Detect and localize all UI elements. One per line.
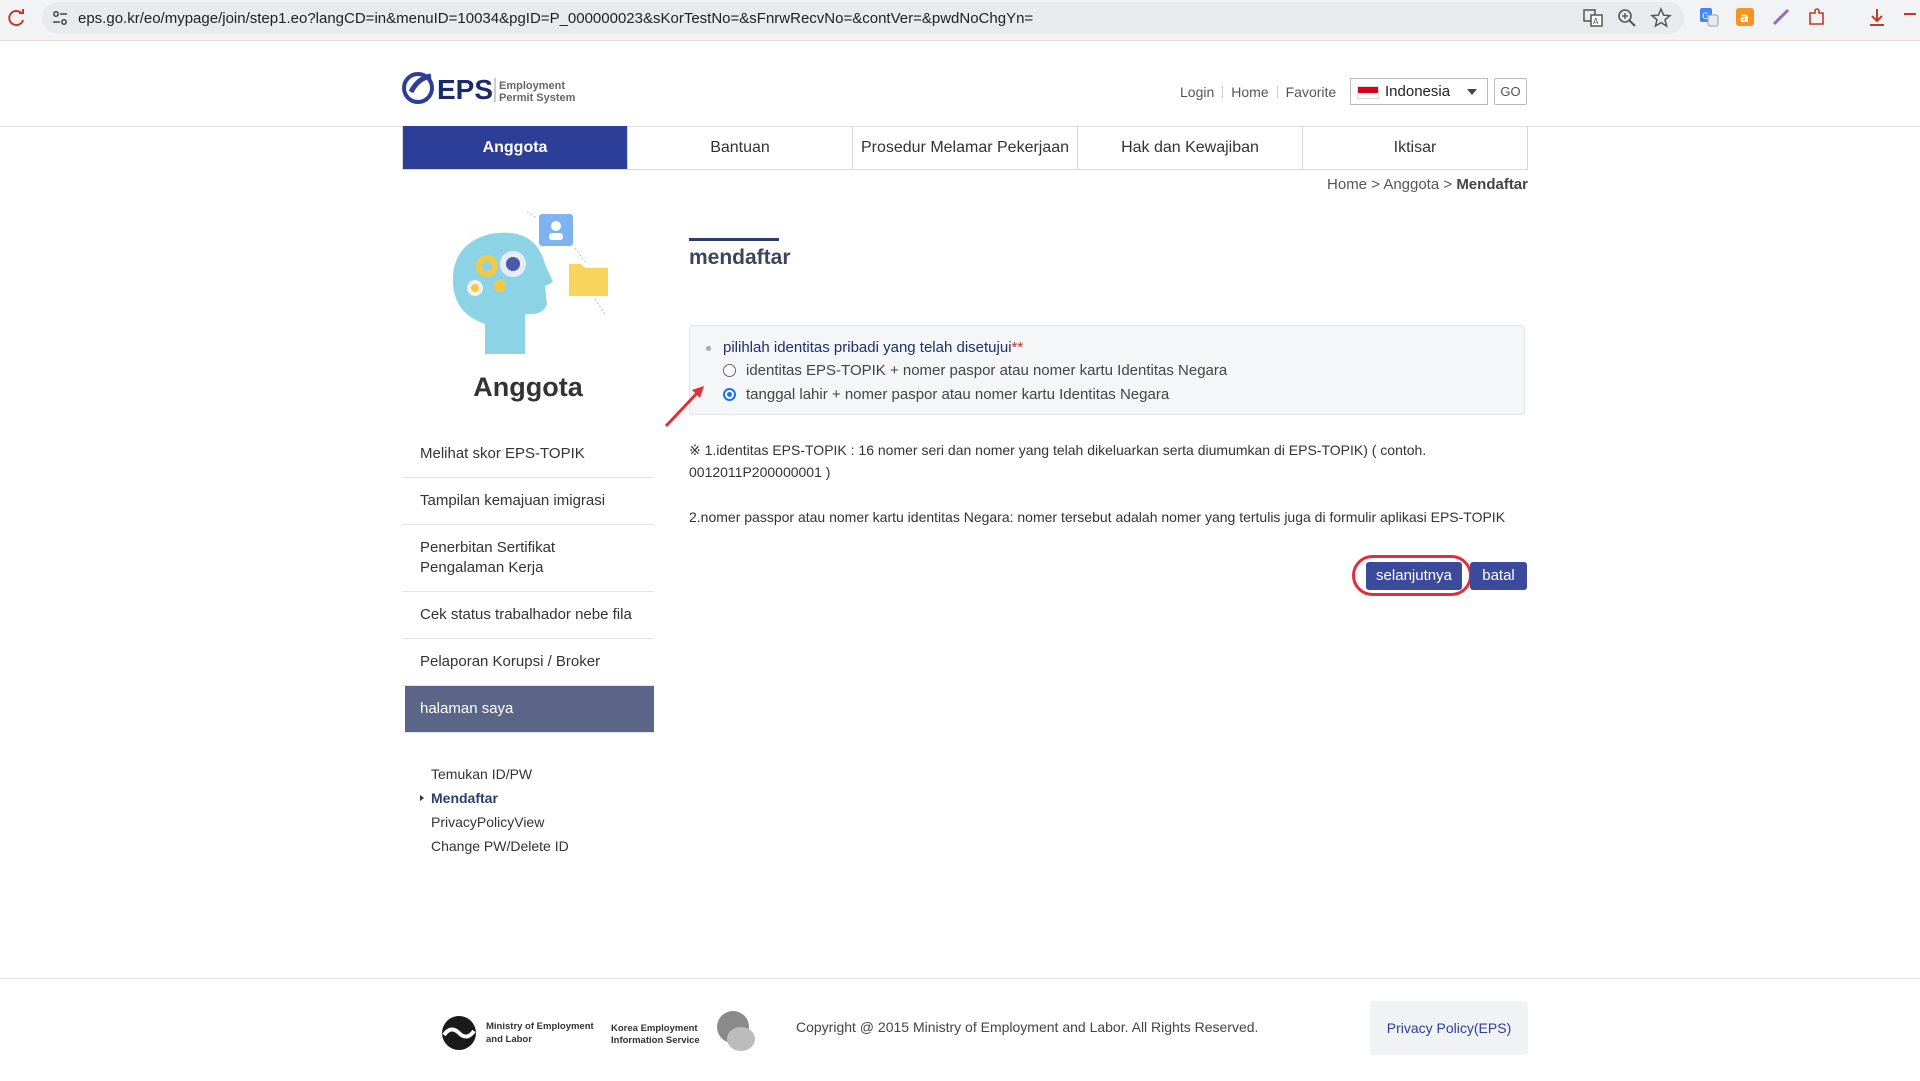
svg-text:a: a [1740,11,1749,26]
question-text: pilihlah identitas pribadi yang telah di… [723,339,1012,356]
sidebar-menu: Melihat skor EPS-TOPIK Tampilan kemajuan… [402,431,654,733]
svg-text:Korea Employment: Korea Employment [611,1023,698,1034]
member-illustration [452,211,608,354]
google-translate-extension-icon[interactable]: G [1698,6,1720,28]
favorite-link[interactable]: Favorite [1286,84,1337,100]
svg-text:A: A [1593,17,1599,26]
divider [1276,86,1278,98]
copyright-text: Copyright @ 2015 Ministry of Employment … [796,1019,1259,1035]
keis-logo: Korea Employment Information Service [611,1011,755,1051]
sidebar-submenu: Temukan ID/PW Mendaftar PrivacyPolicyVie… [420,762,569,858]
option-label: identitas EPS-TOPIK + nomer paspor atau … [746,362,1228,379]
utility-links: Login Home Favorite [1180,84,1336,100]
bookmark-star-icon[interactable] [1650,7,1672,29]
annotation-arrow-icon [664,386,704,428]
next-button[interactable]: selanjutnya [1366,562,1462,590]
go-button[interactable]: GO [1494,78,1527,105]
pen-extension-icon[interactable] [1770,6,1792,28]
note-eps-topik: ※ 1.identitas EPS-TOPIK : 16 nomer seri … [689,442,1427,480]
page-title: mendaftar [689,246,791,269]
sidebar-item-corruption-report[interactable]: Pelaporan Korupsi / Broker [402,639,654,686]
zoom-icon[interactable] [1616,7,1638,29]
download-icon[interactable] [1866,6,1888,28]
translate-icon[interactable]: A [1582,7,1604,29]
indonesia-flag-icon [1357,86,1379,99]
sidebar-item-my-page[interactable]: halaman saya [402,686,654,733]
breadcrumb-home[interactable]: Home [1327,176,1367,193]
language-label: Indonesia [1385,83,1451,100]
radio-birthdate[interactable] [723,388,736,401]
submenu-change-pw[interactable]: Change PW/Delete ID [431,834,569,858]
title-underline [689,238,779,241]
breadcrumb-separator: > [1371,176,1380,193]
ministry-logo: Ministry of Employment and Labor [442,1016,595,1050]
extensions-puzzle-icon[interactable] [1806,6,1828,28]
amazon-extension-icon[interactable]: a [1734,6,1756,28]
svg-text:EPS: EPS [437,74,493,105]
sidebar-item-worker-status[interactable]: Cek status trabalhador nebe fila [402,592,654,639]
svg-text:Information Service: Information Service [611,1035,700,1046]
svg-text:and Labor: and Labor [486,1034,532,1045]
reload-icon[interactable] [6,7,28,29]
privacy-policy-button[interactable]: Privacy Policy(EPS) [1370,1001,1528,1055]
note-passport: 2.nomer passpor atau nomer kartu identit… [689,509,1506,525]
footer: Ministry of Employment and Labor Korea E… [0,978,1920,1081]
chevron-down-icon [1467,89,1477,95]
option-birthdate[interactable]: tanggal lahir + nomer paspor atau nomer … [723,386,1169,403]
nav-prosedur[interactable]: Prosedur Melamar Pekerjaan [852,126,1077,169]
sidebar-item-work-certificate[interactable]: Penerbitan Sertifikat Pengalaman Kerja [402,525,654,592]
breadcrumb-separator: > [1443,176,1453,193]
divider [1222,86,1224,98]
cancel-button[interactable]: batal [1470,562,1527,590]
sidebar-item-eps-topik-score[interactable]: Melihat skor EPS-TOPIK [402,431,654,478]
url-text[interactable]: eps.go.kr/eo/mypage/join/step1.eo?langCD… [78,10,1033,27]
nav-bantuan[interactable]: Bantuan [627,126,852,169]
address-bar[interactable]: eps.go.kr/eo/mypage/join/step1.eo?langCD… [42,2,1684,34]
svg-text:Ministry of Employment: Ministry of Employment [486,1021,595,1032]
required-marker: ** [1011,339,1024,356]
login-link[interactable]: Login [1180,84,1214,100]
option-eps-topik[interactable]: identitas EPS-TOPIK + nomer paspor atau … [723,362,1227,379]
sidebar-title: Anggota [473,372,583,402]
site-info-icon[interactable] [50,8,70,28]
identity-choice-box: pilihlah identitas pribadi yang telah di… [689,325,1525,415]
language-select[interactable]: Indonesia [1350,78,1488,105]
submenu-find-id-pw[interactable]: Temukan ID/PW [431,762,569,786]
breadcrumb: Home > Anggota > Mendaftar [1327,176,1528,193]
radio-eps-topik[interactable] [723,364,736,377]
breadcrumb-section[interactable]: Anggota [1383,176,1439,193]
site-header: EPS Employment Permit System Login Home … [0,40,1920,127]
nav-hak-kewajiban[interactable]: Hak dan Kewajiban [1077,126,1302,169]
choice-question: pilihlah identitas pribadi yang telah di… [723,339,1023,356]
submenu-privacy-policy[interactable]: PrivacyPolicyView [431,810,569,834]
main-nav: Anggota Bantuan Prosedur Melamar Pekerja… [402,126,1528,170]
browser-menu-icon[interactable] [1904,8,1916,30]
home-link[interactable]: Home [1231,84,1268,100]
bullet-icon [706,346,711,351]
svg-text:Permit System: Permit System [499,92,576,104]
breadcrumb-current: Mendaftar [1456,176,1528,193]
browser-toolbar: eps.go.kr/eo/mypage/join/step1.eo?langCD… [0,0,1920,41]
nav-iktisar[interactable]: Iktisar [1302,126,1527,169]
option-label: tanggal lahir + nomer paspor atau nomer … [746,386,1170,403]
submenu-register[interactable]: Mendaftar [420,786,569,810]
nav-anggota[interactable]: Anggota [403,126,627,169]
sidebar-item-immigration-progress[interactable]: Tampilan kemajuan imigrasi [402,478,654,525]
svg-text:Employment: Employment [499,80,565,92]
eps-logo[interactable]: EPS Employment Permit System [401,68,581,108]
